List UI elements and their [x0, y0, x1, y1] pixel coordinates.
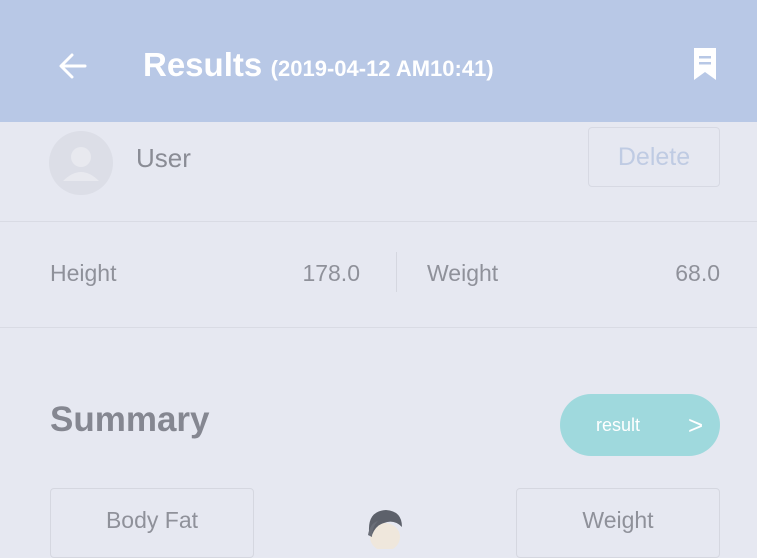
tab-body-fat[interactable]: Body Fat: [50, 488, 254, 558]
result-label: result: [596, 415, 641, 435]
chevron-right-icon: >: [688, 410, 704, 440]
page-title: Results (2019-04-12 AM10:41): [143, 46, 494, 84]
weight-value: 68.0: [675, 260, 720, 286]
title-timestamp: (2019-04-12 AM10:41): [270, 56, 494, 81]
user-row: User Delete: [0, 122, 757, 222]
divider: [0, 327, 757, 328]
metrics-divider: [396, 252, 397, 292]
user-avatar-icon: [63, 147, 99, 181]
tab-weight[interactable]: Weight: [516, 488, 720, 558]
bookmark-icon[interactable]: [694, 48, 716, 80]
height-label: Height: [50, 260, 117, 286]
result-button[interactable]: result >: [560, 394, 720, 456]
character-figure-icon: [368, 510, 402, 549]
title-text: Results: [143, 46, 263, 83]
back-arrow-icon[interactable]: [55, 48, 91, 84]
summary-title: Summary: [50, 400, 210, 439]
avatar: [49, 131, 113, 195]
metrics-row: Height 178.0 Weight 68.0: [0, 222, 757, 327]
delete-button[interactable]: Delete: [588, 127, 720, 187]
user-name: User: [136, 143, 191, 173]
height-value: 178.0: [302, 260, 360, 286]
app-bar: Results (2019-04-12 AM10:41): [0, 0, 757, 122]
weight-label: Weight: [427, 260, 499, 286]
